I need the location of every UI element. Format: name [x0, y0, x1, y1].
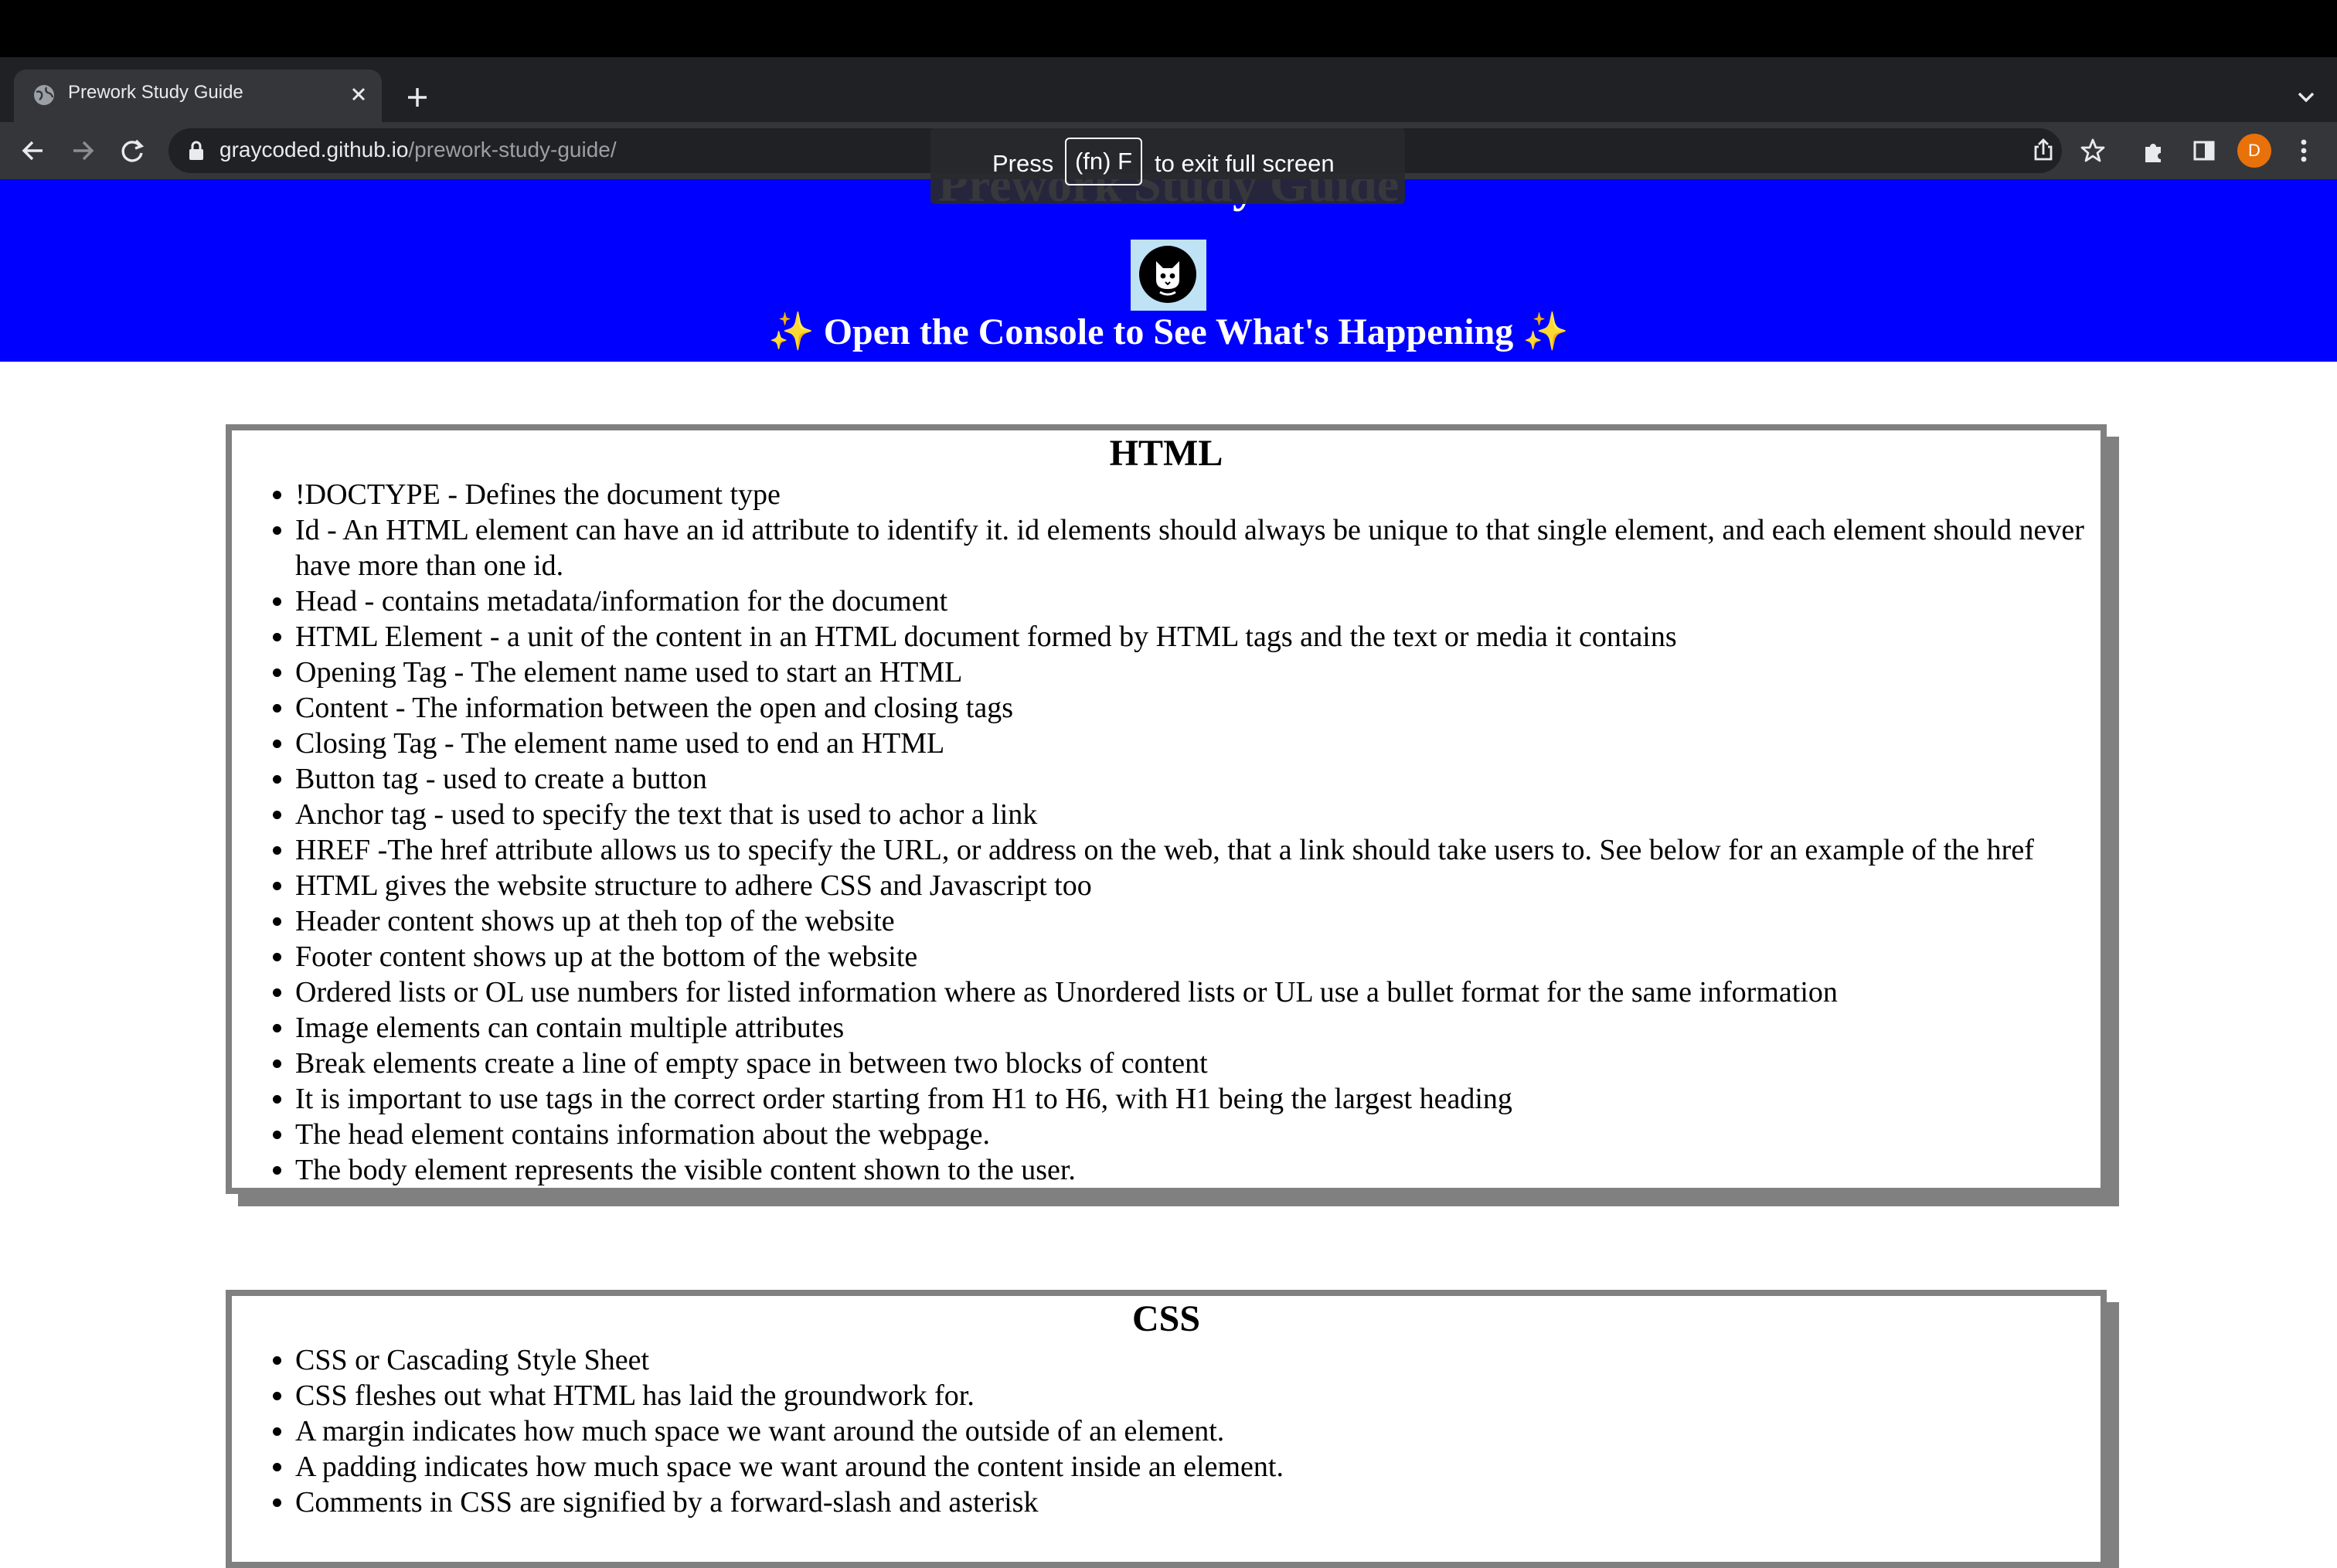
screen-top-bar — [0, 0, 2337, 57]
side-panel-icon[interactable] — [2185, 131, 2223, 170]
forward-arrow-icon[interactable] — [63, 131, 102, 170]
fullscreen-key-badge: (fn) F — [1065, 138, 1142, 185]
logo — [1131, 240, 1206, 311]
list-item: Id - An HTML element can have an id attr… — [295, 512, 2101, 583]
url-text[interactable]: graycoded.github.io/prework-study-guide/ — [219, 138, 617, 162]
list-item: Closing Tag - The element name used to e… — [295, 726, 2101, 761]
list-item: Anchor tag - used to specify the text th… — [295, 797, 2101, 832]
css-section-title: CSS — [1131, 1298, 1201, 1339]
list-item: Opening Tag - The element name used to s… — [295, 655, 2101, 690]
tab-title: Prework Study Guide — [68, 82, 243, 103]
list-item: HTML Element - a unit of the content in … — [295, 619, 2101, 655]
tagline: ✨ Open the Console to See What's Happeni… — [0, 309, 2337, 353]
list-item: Comments in CSS are signified by a forwa… — [295, 1485, 2101, 1520]
list-item: Button tag - used to create a button — [295, 761, 2101, 797]
back-arrow-icon[interactable] — [14, 131, 53, 170]
list-item: Head - contains metadata/information for… — [295, 583, 2101, 619]
page-header: Prework Study Guide ✨ Open the Console t… — [0, 179, 2337, 362]
fullscreen-press-label: Press — [992, 150, 1054, 177]
list-item: Ordered lists or OL use numbers for list… — [295, 974, 2101, 1010]
reload-icon[interactable] — [113, 131, 151, 170]
share-icon[interactable] — [2024, 131, 2063, 170]
sparkles-icon: ✨ — [1522, 311, 1570, 352]
list-item: The body element represents the visible … — [295, 1152, 2101, 1188]
list-item: Footer content shows up at the bottom of… — [295, 939, 2101, 974]
list-item: The head element contains information ab… — [295, 1117, 2101, 1152]
html-section-card: HTML !DOCTYPE - Defines the document typ… — [226, 424, 2107, 1194]
html-section-title: HTML — [1109, 433, 1223, 474]
extensions-puzzle-icon[interactable] — [2135, 131, 2173, 170]
fullscreen-exit-notice: Press (fn) F to exit full screen — [930, 128, 1405, 204]
globe-icon — [34, 85, 54, 105]
list-item: A margin indicates how much space we wan… — [295, 1413, 2101, 1449]
url-host: graycoded.github.io — [219, 138, 409, 162]
url-path: /prework-study-guide/ — [408, 138, 617, 162]
css-section-card: CSS CSS or Cascading Style Sheet CSS fle… — [226, 1290, 2107, 1568]
list-item: Header content shows up at theh top of t… — [295, 903, 2101, 939]
close-icon[interactable] — [345, 80, 372, 108]
list-item: A padding indicates how much space we wa… — [295, 1449, 2101, 1485]
bookmark-star-icon[interactable] — [2073, 131, 2112, 170]
profile-avatar[interactable]: D — [2237, 134, 2271, 168]
list-item: HREF -The href attribute allows us to sp… — [295, 832, 2101, 868]
list-item: CSS or Cascading Style Sheet — [295, 1342, 2101, 1378]
list-item: It is important to use tags in the corre… — [295, 1081, 2101, 1117]
chevron-down-icon[interactable] — [2288, 79, 2325, 116]
html-topic-list: !DOCTYPE - Defines the document type Id … — [232, 477, 2101, 1188]
tagline-text: Open the Console to See What's Happening — [823, 311, 1514, 352]
list-item: CSS fleshes out what HTML has laid the g… — [295, 1378, 2101, 1413]
css-topic-list: CSS or Cascading Style Sheet CSS fleshes… — [232, 1342, 2101, 1520]
browser-tab[interactable]: Prework Study Guide — [14, 70, 382, 122]
list-item: HTML gives the website structure to adhe… — [295, 868, 2101, 903]
fullscreen-exit-label: to exit full screen — [1155, 150, 1335, 177]
more-menu-icon[interactable] — [2284, 131, 2323, 170]
list-item: Image elements can contain multiple attr… — [295, 1010, 2101, 1046]
new-tab-plus-icon[interactable] — [399, 79, 436, 116]
list-item: Break elements create a line of empty sp… — [295, 1046, 2101, 1081]
list-item: !DOCTYPE - Defines the document type — [295, 477, 2101, 512]
cat-logo-icon — [1139, 246, 1196, 303]
lock-icon[interactable] — [187, 141, 206, 161]
sparkles-icon: ✨ — [767, 311, 815, 352]
list-item: Content - The information between the op… — [295, 690, 2101, 726]
